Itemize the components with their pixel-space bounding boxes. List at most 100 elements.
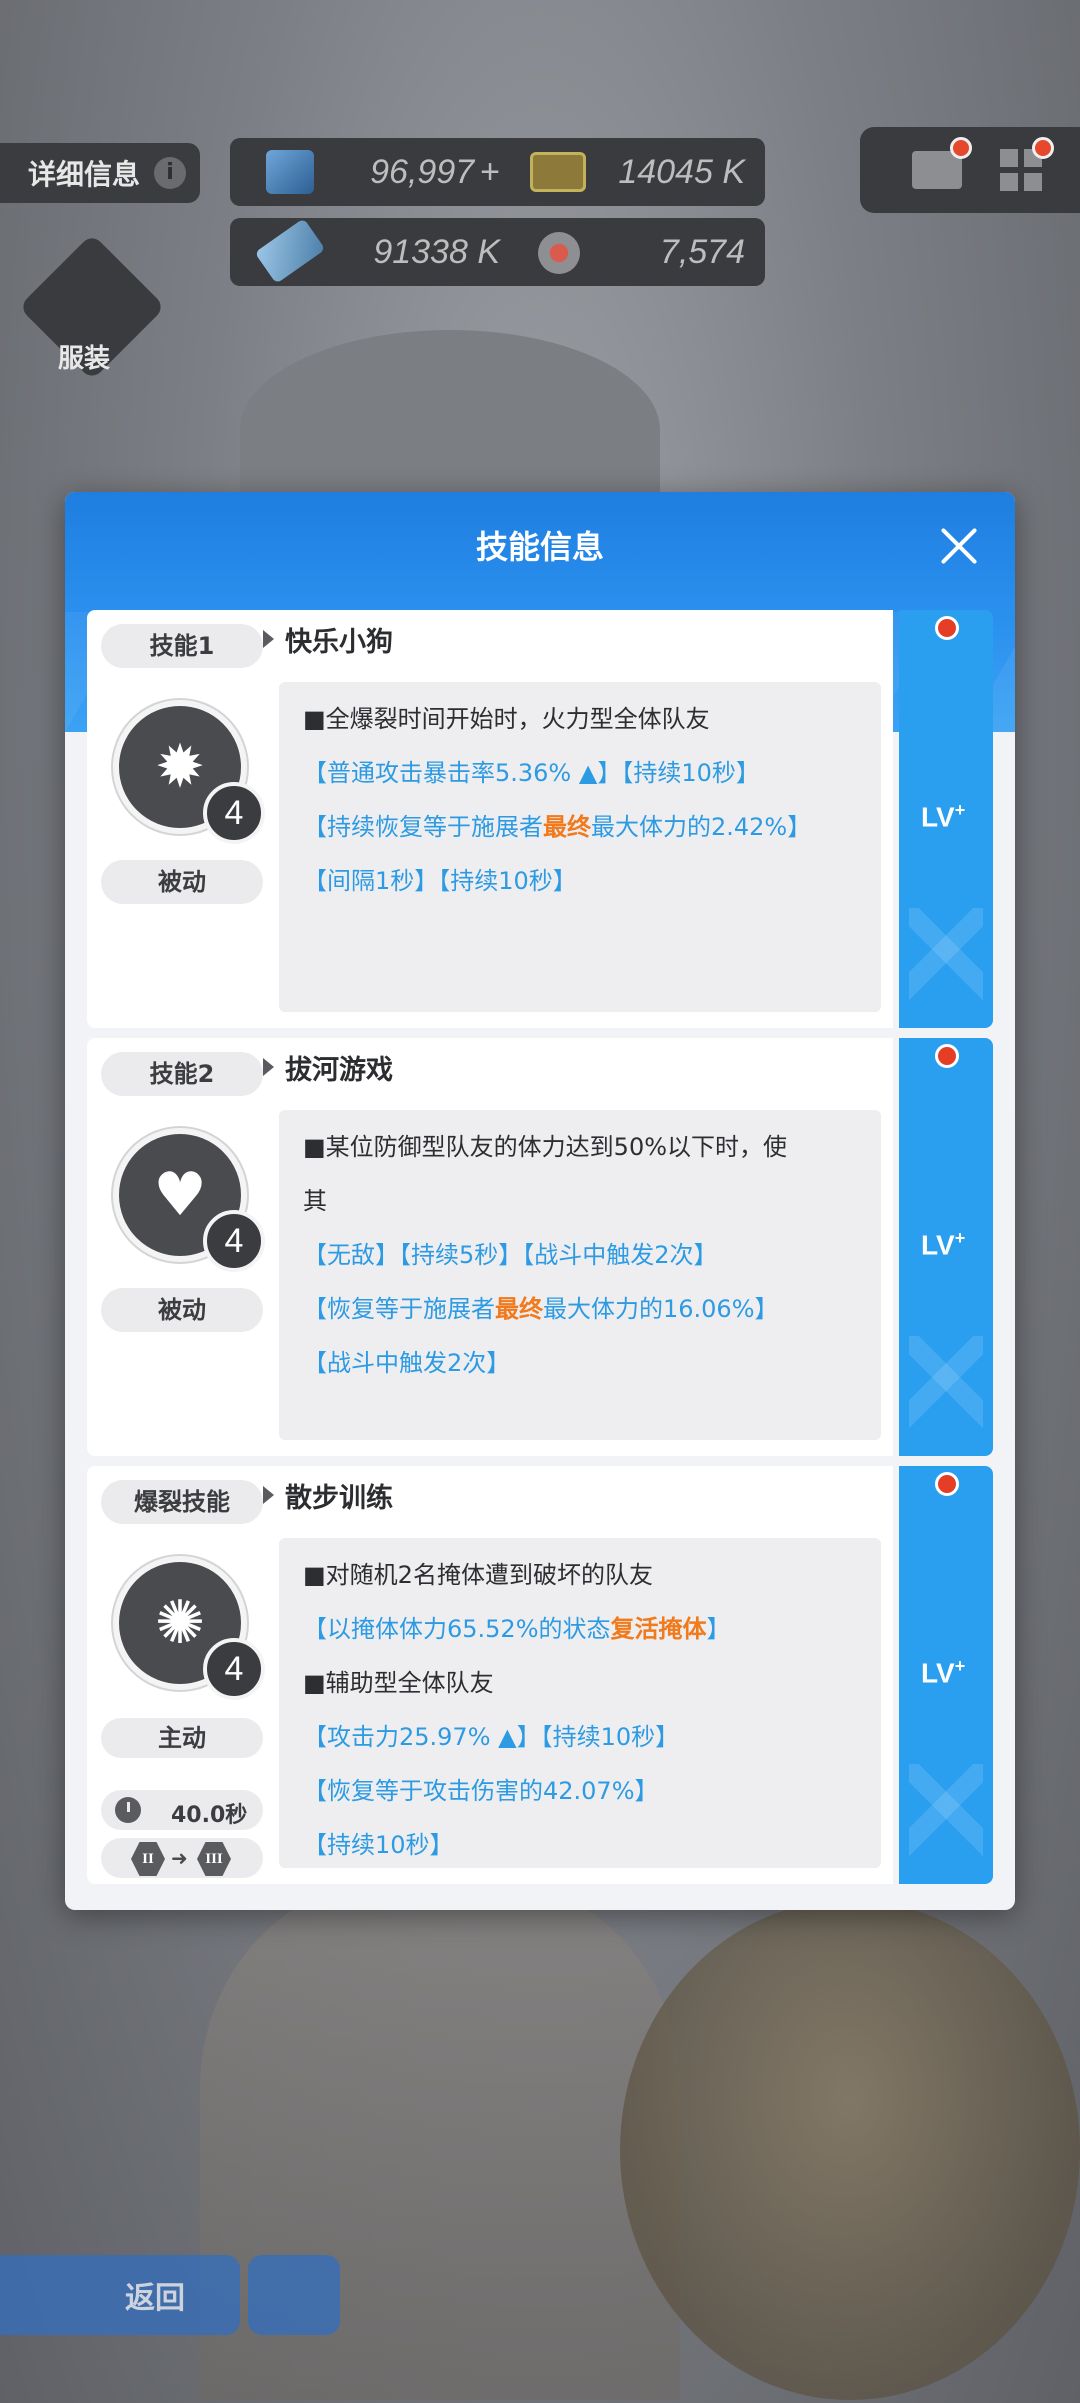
skill-description[interactable]: ■对随机2名掩体遭到破坏的队友 【以掩体体力65.52%的状态复活掩体】 ■辅助型全… [279, 1538, 881, 1868]
level-up-label: LV [921, 801, 955, 833]
level-up-label: LV [921, 1229, 955, 1261]
skill-tag: 爆裂技能 [101, 1480, 263, 1524]
skill-type-tag: 主动 [101, 1718, 263, 1758]
notification-dot [935, 1472, 959, 1496]
description-segment: 最大体力的2.42%】 [591, 813, 812, 841]
resource-bar-top: 96,997 + 14045 K [230, 138, 765, 206]
notification-dot [935, 1044, 959, 1068]
detail-info-label: 详细信息 [28, 158, 141, 191]
description-line: 【持续10秒】 [303, 1818, 857, 1872]
battery-icon [530, 152, 586, 192]
description-segment: 复活掩体 [610, 1615, 707, 1643]
description-segment: 【恢复等于施展者 [303, 1295, 495, 1323]
description-segment: ■对随机2名掩体遭到破坏的队友 [303, 1561, 653, 1589]
skill-type-tag: 被动 [101, 860, 263, 904]
level-up-plus-icon: + [954, 1228, 966, 1248]
description-segment: 【持续10秒】 [303, 1831, 454, 1859]
menu-notification-dot [1032, 137, 1054, 159]
description-line: 【恢复等于施展者最终最大体力的16.06%】 [303, 1282, 857, 1336]
description-line: 【间隔1秒】【持续10秒】 [303, 854, 857, 908]
expand-triangle-icon [263, 1486, 274, 1504]
description-segment: 最终 [495, 1295, 543, 1323]
description-line: 【攻击力25.97% ▲】【持续10秒】 [303, 1710, 857, 1764]
crystal-value: 96,997 [370, 152, 475, 191]
level-up-plus-icon: + [954, 800, 966, 820]
dog-art [620, 1900, 1080, 2400]
description-segment: 【恢复等于攻击伤害的42.07%】 [303, 1777, 659, 1805]
description-line: 【战斗中触发2次】 [303, 1336, 857, 1390]
description-segment: 最大体力的16.06%】 [543, 1295, 779, 1323]
description-line: ■全爆裂时间开始时，火力型全体队友 [303, 692, 857, 746]
cooldown-value: 40.0秒 [171, 1803, 248, 1828]
description-segment: 【攻击力25.97% ▲】【持续10秒】 [303, 1723, 680, 1751]
description-line: 【恢复等于攻击伤害的42.07%】 [303, 1764, 857, 1818]
skill-level-badge: 4 [203, 1638, 265, 1700]
description-line: 【持续恢复等于施展者最终最大体力的2.42%】 [303, 800, 857, 854]
arrow-right-icon: ➜ [171, 1846, 188, 1870]
back-button[interactable]: 返回 [0, 2255, 240, 2335]
mail-notification-dot [950, 137, 972, 159]
description-segment: 【无敌】【持续5秒】【战斗中触发2次】 [303, 1241, 718, 1269]
skill-name: 快乐小狗 [285, 627, 393, 658]
description-segment: 】 [706, 1615, 731, 1643]
skill-description: ■某位防御型队友的体力达到50%以下时，使其【无敌】【持续5秒】【战斗中触发2次… [279, 1110, 881, 1440]
description-segment: 【普通攻击暴击率5.36% ▲】【持续10秒】 [303, 759, 760, 787]
phase-from-icon: II [131, 1842, 165, 1876]
skill-tag: 技能1 [101, 624, 263, 668]
info-icon[interactable]: i [154, 157, 186, 189]
close-icon[interactable] [935, 522, 983, 570]
battery-value: 14045 K [618, 152, 745, 191]
syringe-value: 91338 K [373, 232, 500, 271]
description-segment: 【持续恢复等于施展者 [303, 813, 543, 841]
top-right-menu [860, 127, 1080, 213]
description-segment: 【间隔1秒】【持续10秒】 [303, 867, 577, 895]
level-up-plus-icon: + [954, 1656, 966, 1676]
clock-icon [115, 1797, 141, 1823]
level-up-button[interactable]: LV+ [899, 610, 993, 1028]
skill-description: ■全爆裂时间开始时，火力型全体队友【普通攻击暴击率5.36% ▲】【持续10秒】… [279, 682, 881, 1012]
core-icon [538, 232, 580, 274]
skill-type-tag: 被动 [101, 1288, 263, 1332]
phase-to-icon: III [197, 1842, 231, 1876]
resource-bar-bottom: 91338 K 7,574 [230, 218, 765, 286]
description-line: 【以掩体体力65.52%的状态复活掩体】 [303, 1602, 857, 1656]
skill-tag: 技能2 [101, 1052, 263, 1096]
description-segment: 最终 [543, 813, 591, 841]
description-segment: ■某位防御型队友的体力达到50%以下时，使 [303, 1133, 788, 1161]
skill-name: 散步训练 [285, 1483, 393, 1514]
description-segment: ■辅助型全体队友 [303, 1669, 494, 1697]
core-value: 7,574 [659, 232, 745, 271]
description-line: ■对随机2名掩体遭到破坏的队友 [303, 1548, 857, 1602]
description-segment: 其 [303, 1187, 327, 1215]
description-line: ■某位防御型队友的体力达到50%以下时，使 [303, 1120, 857, 1174]
syringe-icon [254, 218, 326, 284]
description-line: 【无敌】【持续5秒】【战斗中触发2次】 [303, 1228, 857, 1282]
skill-card-2: 技能2 拔河游戏 ♥ 4 被动 ■某位防御型队友的体力达到50%以下时，使其【无… [87, 1038, 993, 1456]
description-line: 其 [303, 1174, 857, 1228]
level-up-button[interactable]: LV+ [899, 1038, 993, 1456]
detail-info-tab[interactable]: 详细信息 i [0, 143, 200, 203]
expand-triangle-icon [263, 1058, 274, 1076]
description-segment: 【战斗中触发2次】 [303, 1349, 511, 1377]
crystal-icon [266, 150, 314, 194]
add-crystal-button[interactable]: + [480, 153, 500, 192]
skill-info-modal: 技能信息 技能1 快乐小狗 ✹ 4 被动 ■全爆裂时间开始时，火力型全体队友 【普… [65, 492, 1015, 1910]
outfit-label: 服装 [58, 344, 111, 374]
level-up-label: LV [921, 1657, 955, 1689]
skill-name: 拔河游戏 [285, 1055, 393, 1086]
back-label: 返回 [125, 2281, 185, 2316]
description-line: ■辅助型全体队友 [303, 1656, 857, 1710]
description-line: 【普通攻击暴击率5.36% ▲】【持续10秒】 [303, 746, 857, 800]
modal-title: 技能信息 [475, 528, 604, 566]
description-segment: ■全爆裂时间开始时，火力型全体队友 [303, 705, 710, 733]
home-button[interactable] [248, 2255, 340, 2335]
skill-level-badge: 4 [203, 782, 265, 844]
skill-level-badge: 4 [203, 1210, 265, 1272]
expand-triangle-icon [263, 630, 274, 648]
description-segment: 【以掩体体力65.52%的状态 [303, 1615, 611, 1643]
skill-card-1: 技能1 快乐小狗 ✹ 4 被动 ■全爆裂时间开始时，火力型全体队友 【普通攻击暴击… [87, 610, 993, 1028]
cooldown-pill: 40.0秒 [101, 1790, 263, 1830]
level-up-button[interactable]: LV+ [899, 1466, 993, 1884]
notification-dot [935, 616, 959, 640]
burst-phase-pill: II ➜ III [101, 1838, 263, 1878]
